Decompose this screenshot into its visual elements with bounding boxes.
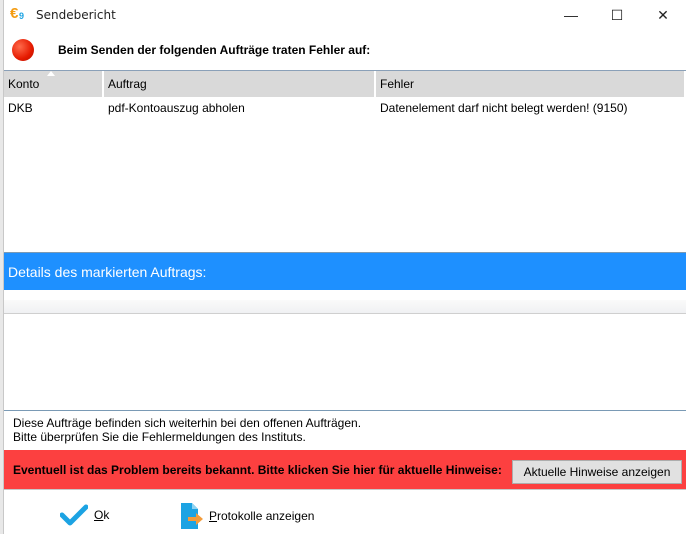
details-title: Details des markierten Auftrags: [4, 252, 686, 290]
ok-label: Ok [94, 508, 110, 522]
document-export-icon [181, 503, 203, 529]
divider [4, 410, 686, 411]
orders-table: Konto Auftrag Fehler DKB pdf-Kontoauszug… [4, 70, 686, 252]
maximize-button[interactable]: ☐ [594, 0, 640, 30]
app-logo-icon: €9 [10, 5, 25, 22]
ok-button[interactable]: Ok [60, 504, 109, 526]
window-title: Sendebericht [36, 8, 116, 22]
footer: Ok Protokolle anzeigen [4, 491, 686, 534]
info-line-2: Bitte überprüfen Sie die Fehlermeldungen… [13, 430, 306, 444]
column-header-auftrag[interactable]: Auftrag [104, 71, 376, 97]
details-header [4, 300, 686, 314]
column-header-fehler[interactable]: Fehler [376, 71, 686, 97]
cell-auftrag: pdf-Kontoauszug abholen [108, 101, 245, 115]
close-button[interactable]: ✕ [640, 0, 686, 30]
cell-fehler: Datenelement darf nicht belegt werden! (… [380, 101, 628, 115]
table-row[interactable]: DKB pdf-Kontoauszug abholen Datenelement… [4, 97, 686, 119]
checkmark-icon [60, 504, 88, 526]
error-icon [12, 39, 34, 61]
table-header: Konto Auftrag Fehler [4, 71, 686, 97]
error-message: Beim Senden der folgenden Aufträge trate… [58, 43, 371, 57]
show-logs-button[interactable]: Protokolle anzeigen [179, 502, 314, 530]
cell-konto: DKB [8, 101, 33, 115]
hint-banner: Eventuell ist das Problem bereits bekann… [4, 450, 686, 490]
show-logs-label: Protokolle anzeigen [209, 509, 315, 523]
dialog-window: €9 Sendebericht — ☐ ✕ Beim Senden der fo… [4, 0, 686, 534]
info-text: Diese Aufträge befinden sich weiterhin b… [13, 416, 361, 444]
title-bar: €9 Sendebericht — ☐ ✕ [4, 0, 686, 30]
sort-ascending-icon [47, 71, 55, 76]
hint-text: Eventuell ist das Problem bereits bekann… [13, 462, 502, 477]
show-hints-button[interactable]: Aktuelle Hinweise anzeigen [512, 460, 682, 484]
error-header: Beim Senden der folgenden Aufträge trate… [4, 30, 686, 70]
minimize-button[interactable]: — [548, 0, 594, 30]
info-line-1: Diese Aufträge befinden sich weiterhin b… [13, 416, 362, 430]
